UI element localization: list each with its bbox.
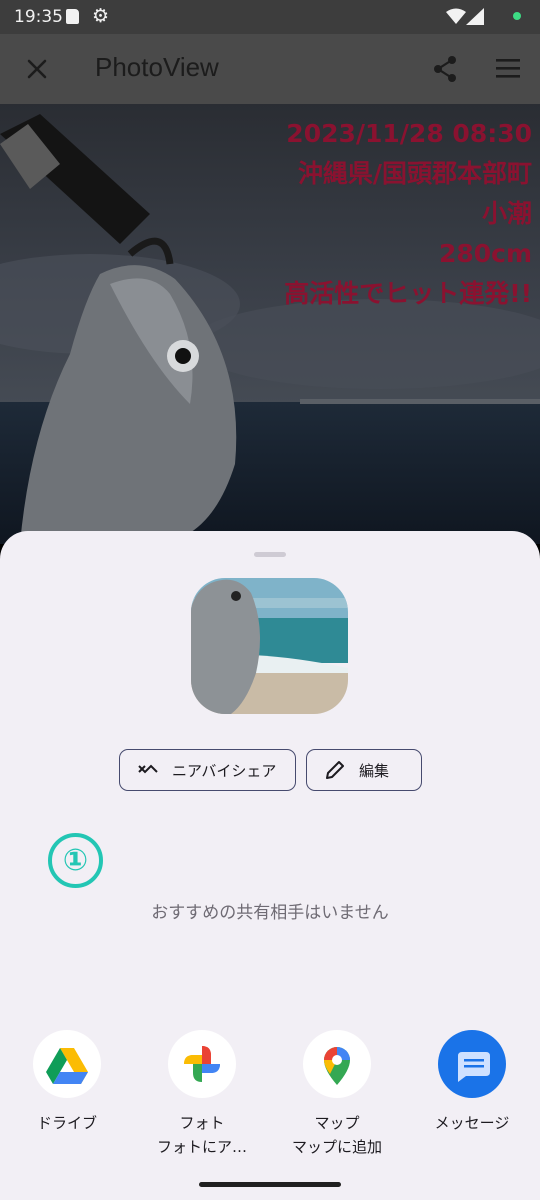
share-target-name: ドライブ xyxy=(36,1114,97,1132)
share-app-row: ドライブ フォト フォトにア… マップ マップに追加 メッセージ xyxy=(0,1030,540,1160)
caption-datetime: 2023/11/28 08:30 xyxy=(286,119,532,148)
google-drive-icon xyxy=(33,1030,101,1098)
signal-icon xyxy=(466,8,484,25)
caption-location: 沖縄県/国頭郡本部町 xyxy=(297,159,532,188)
edit-button[interactable]: 編集 xyxy=(306,749,422,791)
pencil-icon xyxy=(326,761,344,779)
close-icon[interactable] xyxy=(22,54,52,84)
gesture-nav-bar[interactable] xyxy=(199,1182,341,1187)
annotation-badge: ① xyxy=(48,833,103,888)
share-target-subtitle: マップに追加 xyxy=(291,1138,382,1156)
caption-comment: 高活性でヒット連発!! xyxy=(284,279,532,308)
nearby-share-button[interactable]: ニアバイシェア xyxy=(119,749,296,791)
share-target-name: フォト xyxy=(179,1114,225,1132)
app-bar: PhotoView xyxy=(0,34,540,104)
share-target-subtitle: フォトにア… xyxy=(156,1138,247,1156)
edit-label: 編集 xyxy=(359,761,390,780)
photo-preview: 2023/11/28 08:30 沖縄県/国頭郡本部町 小潮 280cm 高活性… xyxy=(0,104,540,544)
sd-card-icon xyxy=(66,9,79,24)
google-photos-icon xyxy=(168,1030,236,1098)
nearby-share-label: ニアバイシェア xyxy=(172,761,277,780)
drag-handle[interactable] xyxy=(254,552,286,557)
privacy-dot-icon xyxy=(513,12,521,20)
settings-icon: ⚙ xyxy=(92,5,110,27)
app-title: PhotoView xyxy=(95,52,219,82)
share-target-name: マップ xyxy=(314,1114,360,1132)
photo-caption-overlay: 2023/11/28 08:30 沖縄県/国頭郡本部町 小潮 280cm 高活性… xyxy=(284,114,532,314)
status-bar: 19:35 ⚙ xyxy=(0,0,540,34)
no-suggestions-message: おすすめの共有相手はいません xyxy=(151,903,389,923)
google-maps-icon xyxy=(303,1030,371,1098)
menu-icon[interactable] xyxy=(494,56,522,82)
caption-tide-height: 280cm xyxy=(438,239,532,268)
shared-image-thumbnail xyxy=(191,578,348,714)
nearby-share-icon xyxy=(138,764,158,774)
wifi-icon xyxy=(446,8,466,24)
messages-icon xyxy=(438,1030,506,1098)
share-target-name: メッセージ xyxy=(434,1114,510,1132)
caption-tide: 小潮 xyxy=(481,199,532,228)
status-time: 19:35 xyxy=(14,7,63,27)
share-icon[interactable] xyxy=(430,54,460,84)
share-sheet: ニアバイシェア 編集 ① おすすめの共有相手はいません ドライブ フォト フォト… xyxy=(0,531,540,1200)
